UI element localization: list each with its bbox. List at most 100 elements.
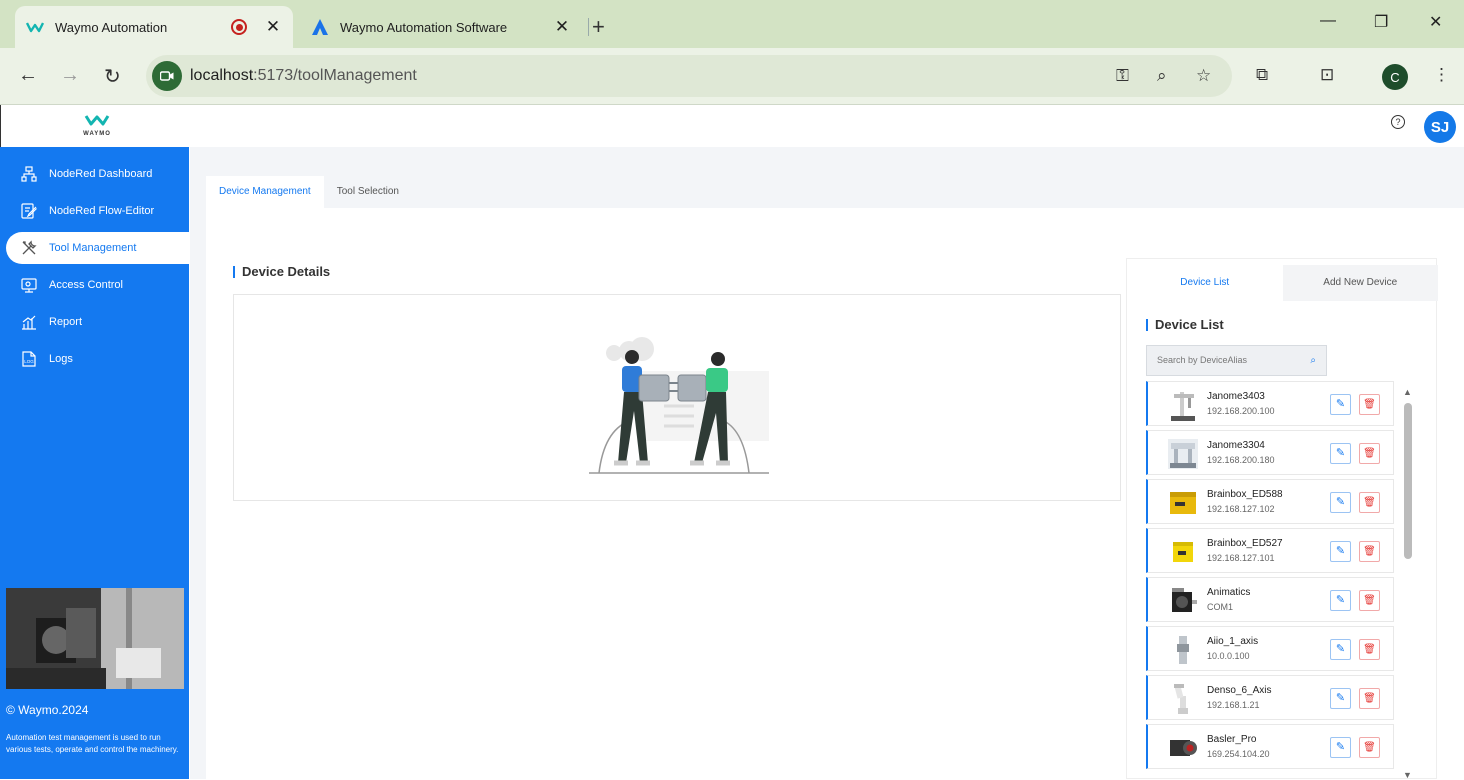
sidebar-item-nodered-dashboard[interactable]: NodeRed Dashboard bbox=[0, 158, 189, 190]
page-tabs: Device Management Tool Selection bbox=[206, 176, 412, 208]
tab-divider bbox=[588, 18, 589, 36]
tab-device-management[interactable]: Device Management bbox=[206, 176, 324, 208]
device-list-title: Device List bbox=[1146, 318, 1224, 331]
delete-icon[interactable]: 🗑 bbox=[1359, 639, 1380, 660]
recording-icon[interactable] bbox=[231, 19, 247, 35]
device-details-box bbox=[233, 294, 1121, 501]
scrollbar-thumb[interactable] bbox=[1404, 403, 1412, 559]
svg-text:LOG: LOG bbox=[24, 359, 34, 364]
delete-icon[interactable]: 🗑 bbox=[1359, 737, 1380, 758]
device-name: Denso_6_Axis bbox=[1207, 685, 1272, 696]
device-name: Aiio_1_axis bbox=[1207, 636, 1259, 647]
list-item[interactable]: Animatics COM1 ✎ 🗑 bbox=[1146, 577, 1394, 622]
delete-icon[interactable]: 🗑 bbox=[1359, 394, 1380, 415]
close-tab-icon[interactable]: ✕ bbox=[263, 17, 283, 37]
sidebar-item-report[interactable]: Report bbox=[0, 306, 189, 338]
edit-icon[interactable]: ✎ bbox=[1330, 443, 1351, 464]
connect-devices-illustration-icon bbox=[589, 337, 769, 474]
edit-icon[interactable]: ✎ bbox=[1330, 639, 1351, 660]
help-icon[interactable]: ? bbox=[1391, 115, 1405, 129]
edit-icon[interactable]: ✎ bbox=[1330, 737, 1351, 758]
search-icon[interactable]: ⌕ bbox=[1310, 346, 1316, 375]
edit-icon[interactable]: ✎ bbox=[1330, 492, 1351, 513]
logs-icon: LOG bbox=[20, 350, 38, 368]
password-key-icon[interactable]: ⚿ bbox=[1116, 66, 1129, 86]
motor-icon bbox=[1166, 584, 1200, 618]
list-item[interactable]: Aiio_1_axis 10.0.0.100 ✎ 🗑 bbox=[1146, 626, 1394, 671]
app-header: WAYMO ? SJ bbox=[0, 105, 1464, 147]
tab-tool-selection[interactable]: Tool Selection bbox=[323, 176, 412, 208]
scroll-up-icon[interactable]: ▲ bbox=[1403, 387, 1412, 397]
waymo-favicon-icon bbox=[25, 17, 45, 37]
list-item[interactable]: Janome3403 192.168.200.100 ✎ 🗑 bbox=[1146, 381, 1394, 426]
device-ip: 192.168.127.101 bbox=[1207, 553, 1275, 563]
list-item[interactable]: Basler_Pro 169.254.104.20 ✎ 🗑 bbox=[1146, 724, 1394, 769]
device-ip: 192.168.200.100 bbox=[1207, 406, 1275, 416]
tab-search-icon[interactable]: ⊡ bbox=[1320, 65, 1334, 85]
edit-icon[interactable]: ✎ bbox=[1330, 590, 1351, 611]
device-name: Brainbox_ED527 bbox=[1207, 538, 1283, 549]
device-search-input[interactable]: Search by DeviceAlias ⌕ bbox=[1146, 345, 1327, 376]
browser-tab-strip: Waymo Automation ✕ Waymo Automation Soft… bbox=[0, 0, 1464, 48]
back-icon[interactable]: ← bbox=[18, 64, 38, 87]
edit-icon[interactable]: ✎ bbox=[1330, 688, 1351, 709]
waymo-logo[interactable]: WAYMO bbox=[83, 113, 111, 143]
device-list-scrollbar[interactable]: ▲ ▼ bbox=[1403, 387, 1413, 780]
sidebar-item-access-control[interactable]: Access Control bbox=[0, 269, 189, 301]
device-ip: COM1 bbox=[1207, 602, 1234, 612]
reload-icon[interactable]: ↻ bbox=[104, 64, 121, 89]
close-tab-icon[interactable]: ✕ bbox=[552, 17, 572, 37]
browser-menu-icon[interactable]: ⋮ bbox=[1433, 65, 1450, 85]
machine-camera-image bbox=[6, 588, 184, 689]
bookmark-star-icon[interactable]: ☆ bbox=[1196, 66, 1211, 86]
extensions-icon[interactable]: ⧉ bbox=[1256, 65, 1268, 85]
forward-icon[interactable]: → bbox=[60, 64, 80, 87]
six-axis-arm-icon bbox=[1166, 682, 1200, 716]
user-avatar[interactable]: SJ bbox=[1424, 111, 1456, 143]
delete-icon[interactable]: 🗑 bbox=[1359, 492, 1380, 513]
list-item[interactable]: Brainbox_ED588 192.168.127.102 ✎ 🗑 bbox=[1146, 479, 1394, 524]
list-item[interactable]: Brainbox_ED527 192.168.127.101 ✎ 🗑 bbox=[1146, 528, 1394, 573]
sidebar-item-label: Report bbox=[49, 316, 83, 328]
browser-tab-waymo-software[interactable]: Waymo Automation Software ✕ bbox=[300, 6, 582, 48]
copyright-text: © Waymo.2024 bbox=[6, 703, 89, 717]
minimize-icon[interactable]: — bbox=[1320, 12, 1336, 30]
delete-icon[interactable]: 🗑 bbox=[1359, 443, 1380, 464]
browser-tab-title: Waymo Automation bbox=[55, 19, 168, 35]
robot-desktop-icon bbox=[1166, 437, 1200, 471]
delete-icon[interactable]: 🗑 bbox=[1359, 688, 1380, 709]
zoom-icon[interactable]: ⌕ bbox=[1157, 66, 1167, 86]
browser-tab-waymo-automation[interactable]: Waymo Automation ✕ bbox=[15, 6, 293, 48]
sidebar-description: Automation test management is used to ru… bbox=[6, 733, 179, 754]
list-item[interactable]: Janome3304 192.168.200.180 ✎ 🗑 bbox=[1146, 430, 1394, 475]
edit-icon[interactable]: ✎ bbox=[1330, 541, 1351, 562]
delete-icon[interactable]: 🗑 bbox=[1359, 590, 1380, 611]
sidebar-item-label: Tool Management bbox=[49, 242, 137, 254]
device-ip: 169.254.104.20 bbox=[1207, 749, 1270, 759]
url-text[interactable]: localhost:5173/toolManagement bbox=[190, 67, 417, 85]
tab-device-list[interactable]: Device List bbox=[1127, 265, 1283, 301]
device-details-title: Device Details bbox=[233, 265, 330, 278]
site-info-icon[interactable] bbox=[152, 61, 182, 91]
device-ip: 10.0.0.100 bbox=[1207, 651, 1250, 661]
new-tab-icon[interactable]: + bbox=[592, 14, 605, 40]
tools-icon bbox=[20, 239, 38, 257]
yellow-box-icon bbox=[1166, 486, 1200, 520]
edit-icon[interactable]: ✎ bbox=[1330, 394, 1351, 415]
sidebar-item-tool-management[interactable]: Tool Management bbox=[6, 232, 189, 264]
dashboard-icon bbox=[20, 165, 38, 183]
sidebar-item-logs[interactable]: LOG Logs bbox=[0, 343, 189, 375]
close-window-icon[interactable]: ✕ bbox=[1429, 12, 1442, 32]
delete-icon[interactable]: 🗑 bbox=[1359, 541, 1380, 562]
address-bar[interactable]: localhost:5173/toolManagement ⚿ ⌕ ☆ bbox=[146, 55, 1232, 97]
device-name: Janome3304 bbox=[1207, 440, 1265, 451]
restore-icon[interactable]: ❐ bbox=[1374, 12, 1388, 32]
list-item[interactable]: Denso_6_Axis 192.168.1.21 ✎ 🗑 bbox=[1146, 675, 1394, 720]
device-management-panel: Device Details Device List Add New Devic… bbox=[206, 208, 1464, 780]
main-content: Device Management Tool Selection Device … bbox=[190, 147, 1464, 780]
browser-profile-avatar[interactable]: C bbox=[1382, 64, 1408, 90]
tab-add-new-device[interactable]: Add New Device bbox=[1282, 265, 1438, 301]
sidebar-item-nodered-flow-editor[interactable]: NodeRed Flow-Editor bbox=[0, 195, 189, 227]
device-ip: 192.168.1.21 bbox=[1207, 700, 1260, 710]
device-name: Animatics bbox=[1207, 587, 1251, 598]
